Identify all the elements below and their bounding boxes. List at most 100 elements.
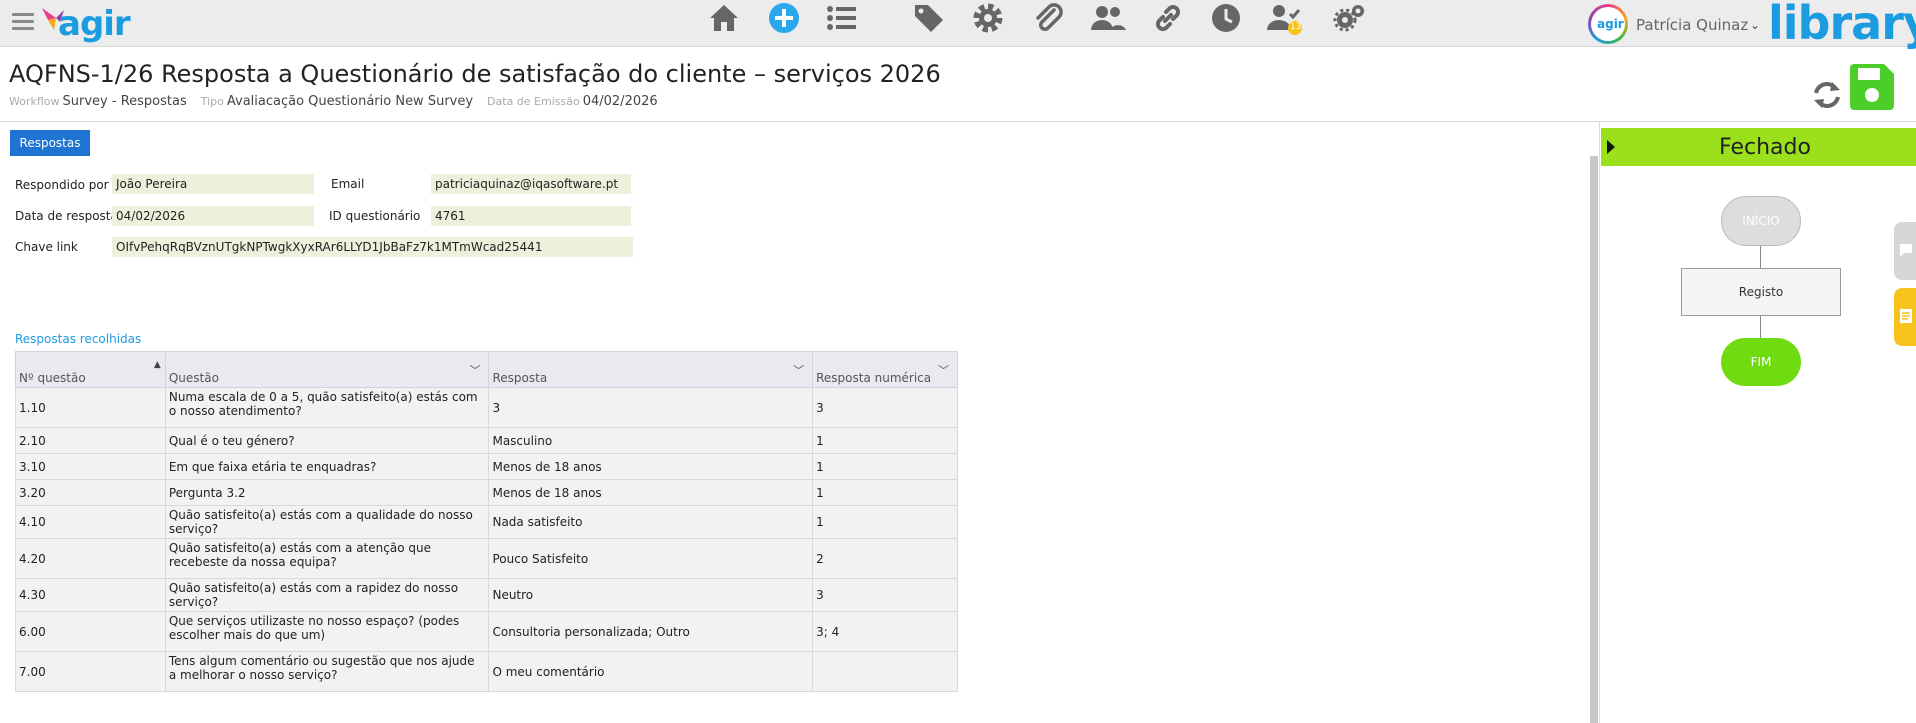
- sort-up-icon: ▲: [153, 360, 161, 370]
- agir-logo[interactable]: agir: [40, 2, 131, 44]
- cell-resposta-numerica: [812, 651, 958, 692]
- cell-numero: 1.10: [15, 387, 166, 428]
- link-icon[interactable]: [1150, 0, 1186, 36]
- cell-resposta: Neutro: [488, 578, 814, 612]
- cell-questao: Quão satisfeito(a) estás com a qualidade…: [164, 505, 490, 539]
- cell-questao: Quão satisfeito(a) estás com a atenção q…: [164, 538, 490, 579]
- users-icon[interactable]: [1090, 0, 1126, 36]
- tab-respostas[interactable]: Respostas: [10, 130, 90, 156]
- table-row[interactable]: 7.00 Tens algum comentário ou sugestão qu…: [15, 651, 958, 692]
- user-menu[interactable]: agir Patrícia Quinaz ⌄: [1588, 4, 1768, 42]
- workflow-start-node[interactable]: INÍCIO: [1721, 196, 1801, 246]
- cell-resposta-numerica: 3: [812, 387, 958, 428]
- table-row[interactable]: 4.10 Quão satisfeito(a) estás com a quali…: [15, 505, 958, 539]
- cell-resposta: 3: [488, 387, 814, 428]
- notification-count: 13: [1290, 22, 1302, 32]
- gears-icon[interactable]: [1332, 0, 1368, 36]
- gear-icon[interactable]: [970, 0, 1006, 36]
- workflow-label: Workflow: [9, 95, 60, 108]
- table-row[interactable]: 2.10 Qual é o teu género? Masculino 1: [15, 427, 958, 454]
- chevron-down-icon: ﹀: [469, 364, 481, 377]
- panel-resize-handle[interactable]: [1590, 156, 1598, 723]
- column-header-resposta[interactable]: Resposta ﹀: [488, 351, 814, 388]
- top-bar: agir 13 agir Patrícia Quinaz ⌄ library: [0, 0, 1916, 50]
- data-resposta-field[interactable]: 04/02/2026: [112, 206, 314, 226]
- column-header-numero[interactable]: Nº questão ▲: [15, 351, 166, 388]
- avatar: agir: [1588, 4, 1628, 44]
- library-logo: library: [1768, 0, 1916, 50]
- id-questionario-field[interactable]: 4761: [431, 206, 631, 226]
- cell-resposta-numerica: 2: [812, 538, 958, 579]
- cell-resposta: Menos de 18 anos: [488, 479, 814, 506]
- cell-questao: Que serviços utilizaste no nosso espaço?…: [164, 611, 490, 652]
- list-icon[interactable]: [824, 0, 860, 36]
- email-field[interactable]: patriciaquinaz@iqasoftware.pt: [431, 174, 631, 194]
- cell-numero: 4.30: [15, 578, 166, 612]
- cell-resposta: Nada satisfeito: [488, 505, 814, 539]
- cell-resposta-numerica: 3: [812, 578, 958, 612]
- refresh-icon[interactable]: [1810, 78, 1844, 112]
- cell-numero: 6.00: [15, 611, 166, 652]
- tags-icon[interactable]: [912, 0, 948, 36]
- notes-icon: [1900, 309, 1912, 323]
- clock-icon[interactable]: [1208, 0, 1244, 36]
- header-divider: [0, 121, 1916, 122]
- table-row[interactable]: 4.30 Quão satisfeito(a) estás com a rapid…: [15, 578, 958, 612]
- cell-resposta-numerica: 1: [812, 453, 958, 480]
- home-icon[interactable]: [706, 0, 742, 36]
- save-icon[interactable]: [1846, 62, 1896, 112]
- cell-numero: 2.10: [15, 427, 166, 454]
- caret-right-icon: [1607, 140, 1615, 154]
- cell-resposta: Pouco Satisfeito: [488, 538, 814, 579]
- emissao-value: 04/02/2026: [582, 94, 658, 109]
- cell-numero: 3.20: [15, 479, 166, 506]
- id-questionario-label: ID questionário: [329, 209, 421, 223]
- cell-resposta-numerica: 1: [812, 427, 958, 454]
- respondido-label: Respondido por: [15, 178, 109, 192]
- workflow-end-node[interactable]: FIM: [1721, 338, 1801, 386]
- user-name: Patrícia Quinaz: [1636, 16, 1749, 34]
- panel-divider: [1599, 122, 1600, 723]
- cell-questao: Qual é o teu género?: [164, 427, 490, 454]
- table-row[interactable]: 3.10 Em que faixa etária te enquadras? Men…: [15, 453, 958, 480]
- comments-tab[interactable]: [1894, 222, 1916, 280]
- cell-questao: Tens algum comentário ou sugestão que no…: [164, 651, 490, 692]
- logo-text: agir: [58, 4, 131, 44]
- email-label: Email: [331, 177, 365, 191]
- chevron-down-icon: ﹀: [938, 364, 949, 377]
- cell-resposta: Menos de 18 anos: [488, 453, 814, 480]
- column-header-resposta-numerica[interactable]: Resposta numérica ﹀: [812, 351, 958, 388]
- emissao-label: Data de Emissão: [487, 95, 580, 108]
- tipo-value: Avaliacação Questionário New Survey: [226, 94, 474, 109]
- chave-link-label: Chave link: [15, 240, 78, 254]
- state-bar[interactable]: Fechado: [1601, 128, 1916, 166]
- comments-icon: [1900, 244, 1912, 257]
- column-header-questao[interactable]: Questão ﹀: [164, 351, 490, 388]
- cell-questao: Quão satisfeito(a) estás com a rapidez d…: [164, 578, 490, 612]
- cell-numero: 3.10: [15, 453, 166, 480]
- table-row[interactable]: 6.00 Que serviços utilizaste no nosso esp…: [15, 611, 958, 652]
- page-title: AQFNS-1/26 Resposta a Questionário de sa…: [9, 60, 941, 88]
- menu-icon[interactable]: [12, 13, 34, 31]
- workflow-connector: [1760, 246, 1761, 268]
- chevron-down-icon: ﹀: [793, 364, 805, 377]
- chave-link-field[interactable]: OIfvPehqRqBVznUTgkNPTwgkXyxRAr6LLYD1JbBa…: [112, 237, 633, 257]
- cell-resposta-numerica: 1: [812, 479, 958, 506]
- cell-numero: 4.20: [15, 538, 166, 579]
- notes-tab[interactable]: [1894, 288, 1916, 346]
- table-row[interactable]: 3.20 Pergunta 3.2 Menos de 18 anos 1: [15, 479, 958, 506]
- table-row[interactable]: 4.20 Quão satisfeito(a) estás com a atenç…: [15, 538, 958, 579]
- respondido-field[interactable]: João Pereira: [112, 174, 314, 194]
- paperclip-icon[interactable]: [1030, 0, 1066, 36]
- cell-questao: Pergunta 3.2: [164, 479, 490, 506]
- cell-questao: Numa escala de 0 a 5, quão satisfeito(a)…: [164, 387, 490, 428]
- cell-numero: 4.10: [15, 505, 166, 539]
- user-check-icon[interactable]: 13: [1266, 0, 1302, 36]
- add-icon[interactable]: [766, 0, 802, 36]
- table-row[interactable]: 1.10 Numa escala de 0 a 5, quão satisfeit…: [15, 387, 958, 428]
- cell-resposta: O meu comentário: [488, 651, 814, 692]
- workflow-step-node[interactable]: Registo: [1681, 268, 1841, 316]
- responses-table: Nº questão ▲ Questão ﹀ Resposta ﹀ Resposta …: [15, 351, 958, 692]
- cell-resposta-numerica: 1: [812, 505, 958, 539]
- workflow-value: Survey - Respostas: [62, 94, 187, 109]
